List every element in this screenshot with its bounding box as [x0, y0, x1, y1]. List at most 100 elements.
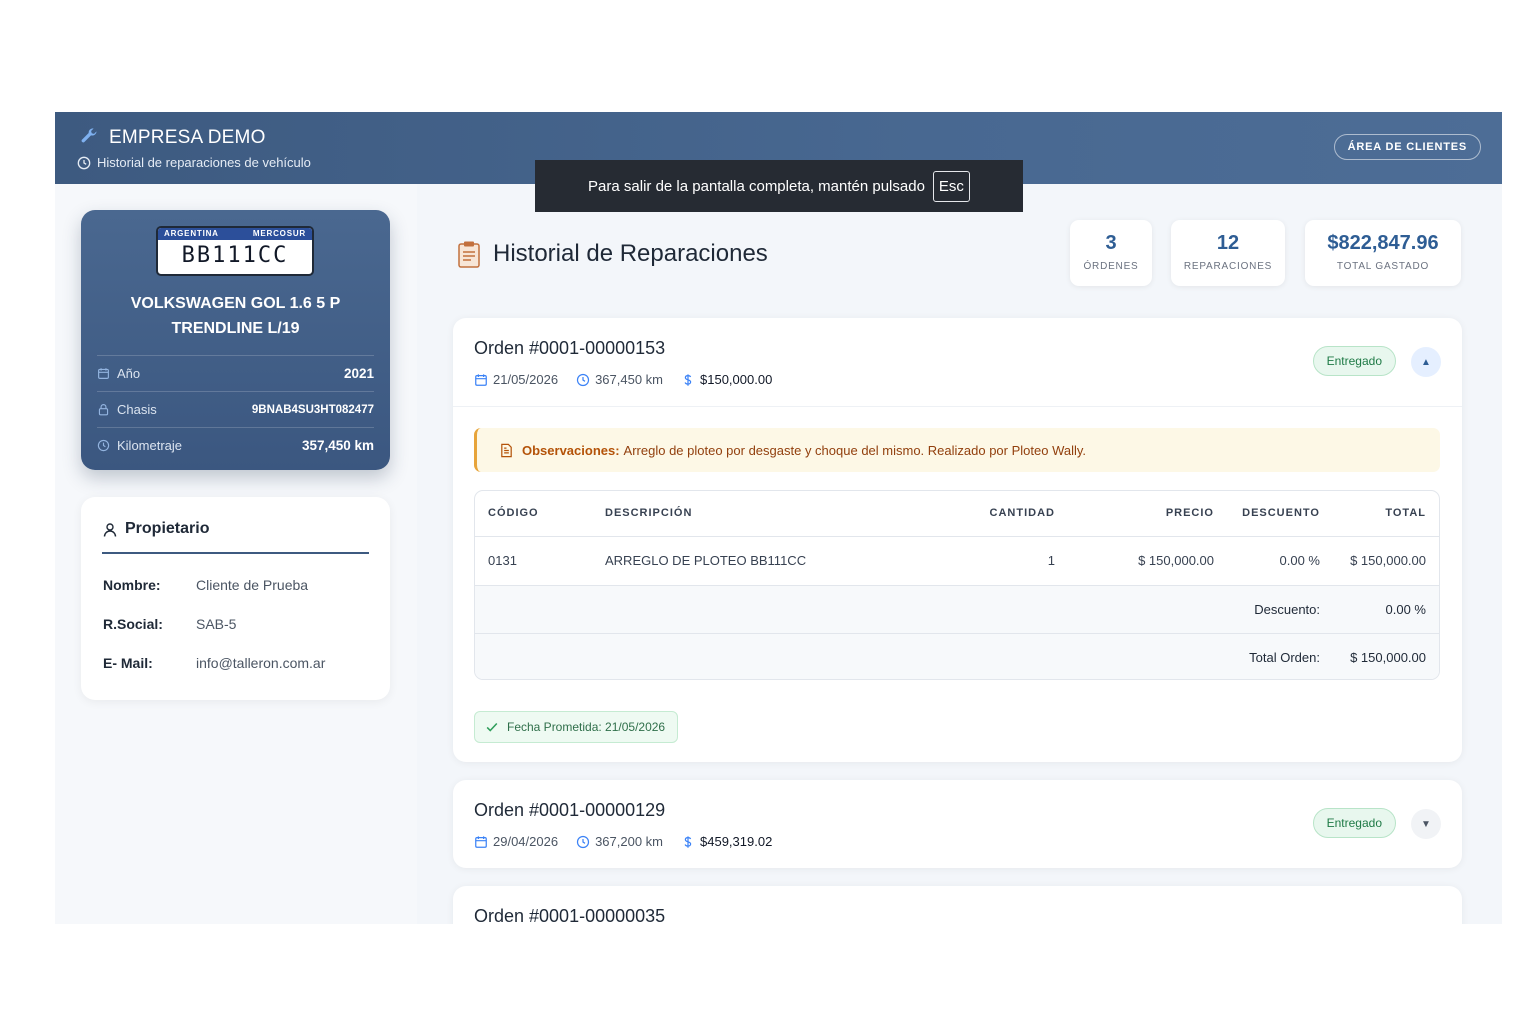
stat-label: ÓRDENES [1083, 261, 1139, 272]
plate-number: BB111CC [181, 243, 289, 268]
vehicle-row-mileage: Kilometraje 357,450 km [97, 427, 374, 463]
vehicle-model: VOLKSWAGEN GOL 1.6 5 P TRENDLINE L/19 [130, 295, 341, 337]
brand-name: EMPRESA DEMO [109, 127, 266, 148]
page-subtitle: Historial de reparaciones de vehículo [97, 155, 311, 170]
owner-title: Propietario [102, 520, 369, 554]
owner-row-name: Nombre: Cliente de Prueba [103, 577, 308, 593]
vehicle-row-value: 9BNAB4SU3HT082477 [251, 403, 374, 416]
order-divider [453, 406, 1462, 407]
dollar-icon [684, 835, 692, 848]
col-header-description: DESCRIPCIÓN [605, 507, 693, 519]
esc-key: Esc [932, 170, 970, 202]
wrench-icon [81, 128, 97, 143]
total-summary-label: Total Orden: [1249, 650, 1320, 665]
col-header-quantity: CANTIDAD [989, 507, 1055, 519]
vehicle-row-chassis: Chasis 9BNAB4SU3HT082477 [97, 391, 374, 427]
stat-label: TOTAL GASTADO [1336, 261, 1430, 272]
owner-key: R.Social: [103, 616, 163, 632]
client-area-button[interactable]: ÁREA DE CLIENTES [1333, 134, 1481, 160]
lock-icon [98, 404, 109, 416]
calendar-icon [98, 368, 109, 379]
clock-icon [576, 835, 590, 848]
observations-label: Observaciones: [522, 442, 620, 458]
stat-value: 3 [1105, 232, 1117, 254]
app-window: EMPRESA DEMO Historial de reparaciones d… [55, 112, 1502, 924]
table-header: CÓDIGO DESCRIPCIÓN CANTIDAD PRECIO DESCU… [475, 491, 1439, 535]
owner-title-label: Propietario [125, 520, 210, 537]
clock-icon [77, 156, 91, 170]
order-title: Orden #0001-00000129 [474, 800, 666, 820]
observations-text: Arreglo de ploteo por desgaste y choque … [623, 442, 1087, 458]
order-km: 367,450 km [576, 372, 663, 387]
total-summary-value: $ 150,000.00 [1350, 650, 1426, 665]
order-km-value: 367,450 km [595, 372, 664, 387]
order-amount: $459,319.02 [681, 834, 772, 849]
license-plate: ARGENTINA MERCOSUR BB111CC [156, 226, 314, 276]
col-header-code: CÓDIGO [488, 507, 539, 519]
owner-key: Nombre: [103, 577, 161, 593]
order-amount: $150,000.00 [681, 372, 772, 387]
order-km-value: 367,200 km [595, 834, 664, 849]
order-amount-value: $150,000.00 [700, 372, 773, 387]
status-badge: Entregado [1312, 346, 1396, 376]
vehicle-card: ARGENTINA MERCOSUR BB111CC VOLKSWAGEN GO… [81, 210, 390, 470]
owner-value: Cliente de Prueba [196, 577, 309, 593]
vehicle-row-value: 357,450 km [301, 438, 374, 453]
vehicle-row-year: Año 2021 [97, 355, 374, 391]
order-meta: 29/04/2026 367,200 km $459,319.02 [474, 834, 790, 849]
order-date-value: 21/05/2026 [493, 372, 559, 387]
order-date: 29/04/2026 [474, 834, 558, 849]
cell-total: $ 150,000.00 [1350, 553, 1426, 568]
order-card[interactable]: Orden #0001-00000035 [453, 886, 1462, 924]
order-title: Orden #0001-00000035 [474, 906, 666, 924]
owner-email-link[interactable]: info@talleron.com.ar [196, 655, 325, 671]
clock-icon [97, 439, 110, 452]
order-meta: 21/05/2026 367,450 km $150,000.00 [474, 372, 790, 387]
stat-total-spent: $822,847.96 TOTAL GASTADO [1305, 220, 1461, 286]
vehicle-row-label: Chasis [117, 402, 157, 417]
fullscreen-toast: Para salir de la pantalla completa, mant… [535, 160, 1023, 212]
order-km: 367,200 km [576, 834, 663, 849]
discount-summary-label: Descuento: [1254, 602, 1320, 617]
plate-region: MERCOSUR [252, 229, 306, 238]
owner-value: SAB-5 [196, 616, 237, 632]
order-amount-value: $459,319.02 [700, 834, 773, 849]
vehicle-row-value: 2021 [343, 366, 374, 381]
page-title: Historial de Reparaciones [493, 240, 768, 267]
promised-date-text: Fecha Prometida: 21/05/2026 [507, 720, 666, 734]
status-badge: Entregado [1312, 808, 1396, 838]
app-header: EMPRESA DEMO Historial de reparaciones d… [55, 112, 1502, 212]
owner-row-email: E- Mail: info@talleron.com.ar [103, 655, 325, 671]
toast-text: Para salir de la pantalla completa, mant… [588, 177, 925, 195]
cell-code: 0131 [488, 553, 517, 568]
calendar-icon [475, 835, 487, 848]
promised-date-badge: Fecha Prometida: 21/05/2026 [474, 711, 679, 743]
cell-discount: 0.00 % [1279, 553, 1320, 568]
discount-summary-value: 0.00 % [1385, 602, 1426, 617]
stat-repairs: 12 REPARACIONES [1171, 220, 1285, 286]
cell-price: $ 150,000.00 [1138, 553, 1214, 568]
col-header-total: TOTAL [1385, 507, 1426, 519]
clipboard-icon [458, 241, 480, 268]
stat-orders: 3 ÓRDENES [1070, 220, 1152, 286]
calendar-icon [475, 373, 487, 386]
sidebar: ARGENTINA MERCOSUR BB111CC VOLKSWAGEN GO… [55, 184, 417, 924]
order-card[interactable]: Orden #0001-00000153 21/05/2026 367,450 … [453, 318, 1462, 762]
owner-key: E- Mail: [103, 655, 153, 671]
plate-band: ARGENTINA MERCOSUR [158, 228, 312, 240]
cell-quantity: 1 [1047, 553, 1055, 568]
order-card[interactable]: Orden #0001-00000129 29/04/2026 367,200 … [453, 780, 1462, 868]
order-date-value: 29/04/2026 [493, 834, 559, 849]
discount-summary-row: Descuento: 0.00 % [475, 585, 1439, 633]
total-summary-row: Total Orden: $ 150,000.00 [475, 633, 1439, 679]
owner-card: Propietario Nombre: Cliente de Prueba R.… [81, 497, 390, 700]
plate-country: ARGENTINA [164, 229, 219, 238]
col-header-price: PRECIO [1165, 507, 1214, 519]
document-icon [501, 443, 512, 457]
collapse-toggle-button[interactable]: ▲ [1411, 347, 1441, 377]
stat-value: $822,847.96 [1327, 232, 1439, 254]
main-content: Historial de Reparaciones 3 ÓRDENES 12 R… [417, 184, 1502, 924]
expand-toggle-button[interactable]: ▼ [1411, 809, 1441, 839]
col-header-discount: DESCUENTO [1242, 507, 1320, 519]
stat-label: REPARACIONES [1183, 261, 1273, 272]
